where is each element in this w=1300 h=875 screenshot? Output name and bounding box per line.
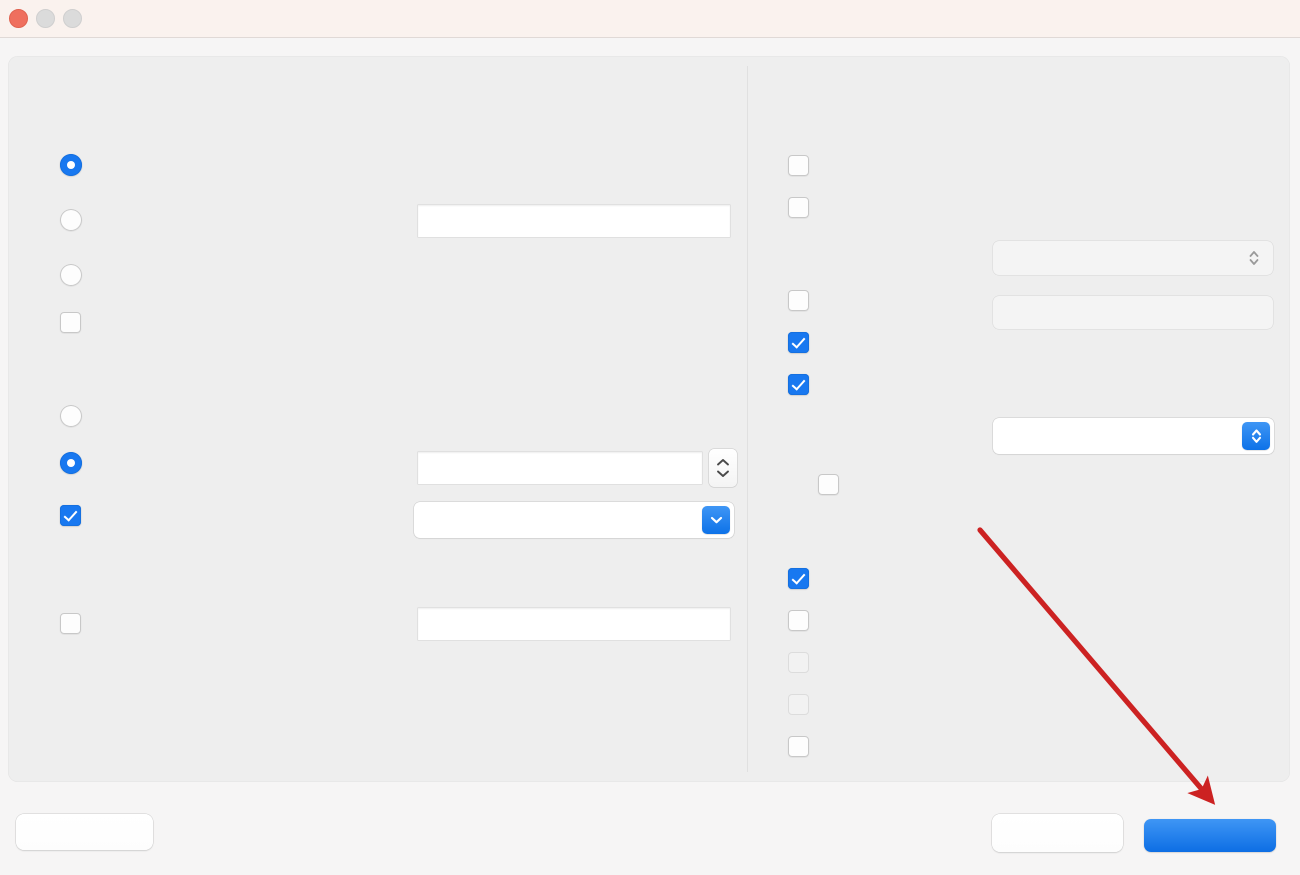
checkbox-universal-accessibility[interactable] xyxy=(788,290,827,311)
chevron-up-down-icon xyxy=(1241,247,1267,269)
checkbox-tagged-pdf[interactable] xyxy=(788,332,827,353)
radio-range-selection[interactable] xyxy=(60,264,100,286)
radio-range-pages[interactable] xyxy=(60,209,100,231)
checkbox-indicator xyxy=(788,374,809,395)
settings-panel xyxy=(8,56,1290,782)
title-bar xyxy=(0,0,1300,38)
checkbox-use-reference-xobjects[interactable] xyxy=(788,736,827,757)
traffic-lights xyxy=(9,9,82,28)
submit-format-dropdown[interactable] xyxy=(993,418,1274,454)
minimize-button[interactable] xyxy=(36,9,55,28)
maximize-button[interactable] xyxy=(63,9,82,28)
checkbox-create-pdf-form[interactable] xyxy=(788,374,827,395)
radio-indicator xyxy=(60,452,82,474)
watermark-text-input[interactable] xyxy=(418,608,730,640)
checkbox-indicator xyxy=(60,613,81,634)
checkbox-indicator xyxy=(788,155,809,176)
close-button[interactable] xyxy=(9,9,28,28)
cancel-button[interactable] xyxy=(992,814,1123,852)
checkbox-indicator xyxy=(818,474,839,495)
checkbox-allow-duplicate-field-names[interactable] xyxy=(818,474,857,495)
pdfa-version-popup xyxy=(993,296,1273,329)
checkbox-reduce-image-resolution[interactable] xyxy=(60,505,99,526)
checkbox-archival-pdfa[interactable] xyxy=(788,197,827,218)
radio-lossless-compression[interactable] xyxy=(60,405,100,427)
checkbox-view-pdf-after-export[interactable] xyxy=(60,312,99,333)
checkbox-indicator xyxy=(788,652,809,673)
pdf-options-dialog xyxy=(0,0,1300,875)
checkbox-export-outlines[interactable] xyxy=(788,568,827,589)
chevron-up-down-icon xyxy=(1242,422,1270,450)
checkbox-indicator xyxy=(788,197,809,218)
chevron-down-icon xyxy=(702,506,730,534)
checkbox-sign-with-watermark[interactable] xyxy=(60,613,99,634)
pages-range-input[interactable] xyxy=(418,205,730,237)
radio-range-all[interactable] xyxy=(60,154,100,176)
checkbox-comments-as-pdf-annotations[interactable] xyxy=(788,610,827,631)
checkbox-indicator xyxy=(788,290,809,311)
checkbox-indicator xyxy=(788,694,809,715)
checkbox-indicator xyxy=(788,610,809,631)
column-divider xyxy=(747,66,748,772)
radio-indicator xyxy=(60,209,82,231)
chevron-down-icon xyxy=(717,470,729,477)
radio-indicator xyxy=(60,264,82,286)
radio-indicator xyxy=(60,405,82,427)
checkbox-comments-in-margin xyxy=(788,652,827,673)
checkbox-indicator xyxy=(788,736,809,757)
pdfa-version-dropdown[interactable] xyxy=(993,241,1273,275)
radio-indicator xyxy=(60,154,82,176)
chevron-up-icon xyxy=(717,459,729,466)
checkbox-indicator xyxy=(60,312,81,333)
dialog-button-bar xyxy=(0,782,1300,875)
checkbox-indicator xyxy=(788,332,809,353)
dpi-combobox[interactable] xyxy=(414,502,734,538)
checkbox-hybrid-pdf[interactable] xyxy=(788,155,827,176)
help-button[interactable] xyxy=(16,814,153,850)
jpeg-quality-stepper[interactable] xyxy=(709,449,737,487)
checkbox-indicator xyxy=(60,505,81,526)
checkbox-indicator xyxy=(788,568,809,589)
export-button[interactable] xyxy=(1144,819,1276,852)
checkbox-export-blank-pages xyxy=(788,694,827,715)
radio-jpeg-compression[interactable] xyxy=(60,452,114,474)
jpeg-quality-input[interactable] xyxy=(418,452,702,484)
